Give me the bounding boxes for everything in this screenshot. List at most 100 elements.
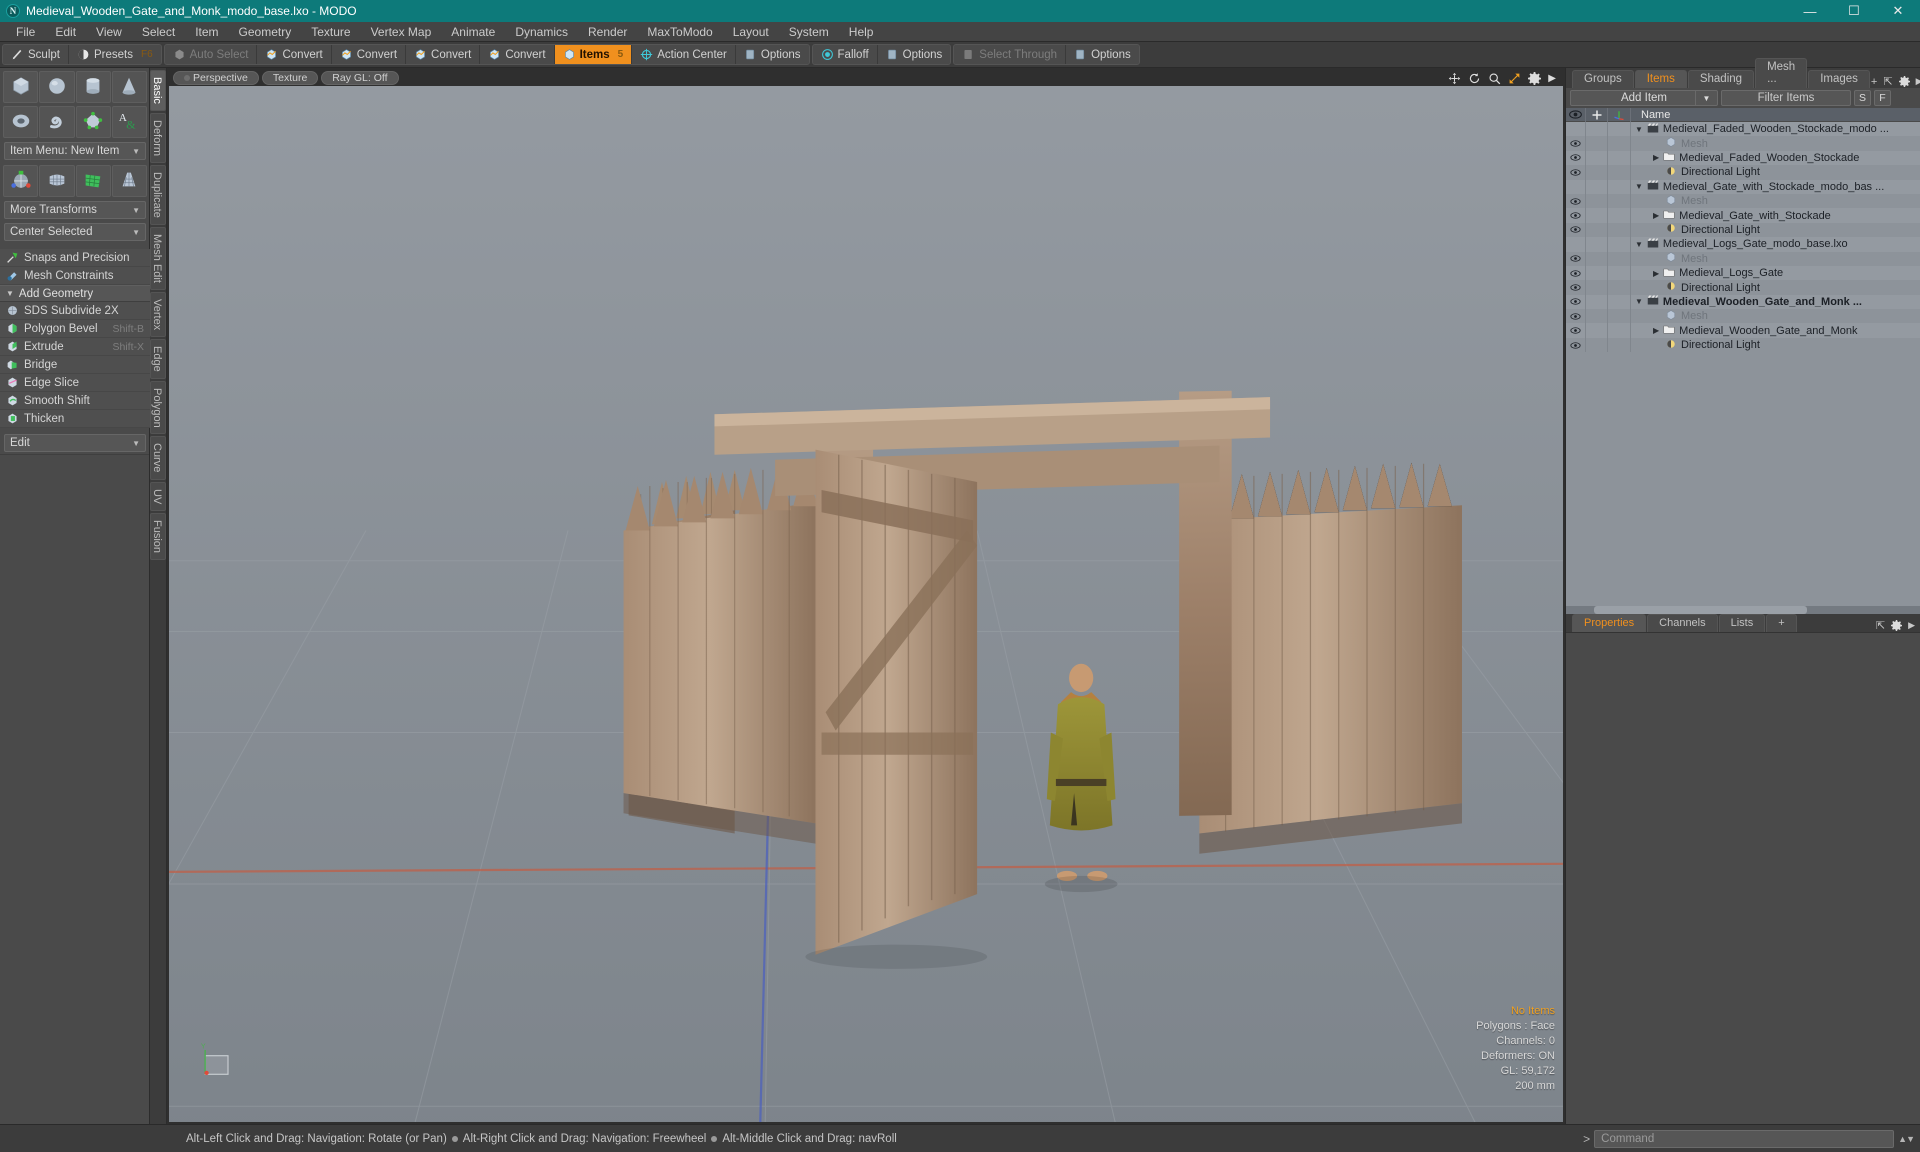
table-row[interactable]: ▶ Medieval_Gate_with_Stockade [1566,208,1920,223]
close-button[interactable]: ✕ [1876,0,1920,22]
maximize-button[interactable]: ☐ [1832,0,1876,22]
row-select-cell[interactable] [1586,165,1608,180]
chevron-down-icon[interactable]: ▼ [1695,91,1717,105]
chevron-down-icon[interactable]: ▼ [1635,182,1643,191]
cone-icon-button[interactable] [111,71,147,103]
left-item-polygon-bevel[interactable]: Polygon Bevel Shift-B [0,320,150,338]
text-tool-icon-button[interactable]: A & [111,106,147,138]
command-input[interactable]: Command [1594,1129,1895,1148]
expand-icon[interactable]: ⇱ [1883,75,1892,88]
chevron-down-icon[interactable]: ▼ [1635,240,1643,249]
torus-icon-button[interactable] [3,106,39,138]
table-row[interactable]: Mesh [1566,251,1920,266]
row-visibility-toggle[interactable] [1566,251,1586,266]
table-row[interactable]: ▼ Medieval_Faded_Wooden_Stockade_modo ... [1566,122,1920,137]
row-transform-cell[interactable] [1608,165,1631,180]
row-transform-cell[interactable] [1608,309,1631,324]
chevron-right-icon[interactable]: ▶ [1653,153,1659,162]
row-transform-cell[interactable] [1608,237,1631,252]
gear-icon[interactable] [1528,71,1542,85]
filter-items-input[interactable]: Filter Items [1721,90,1851,106]
twist-mesh-icon-button[interactable] [75,165,111,197]
row-visibility-toggle[interactable] [1566,208,1586,223]
table-row[interactable]: ▼ Medieval_Gate_with_Stockade_modo_bas ..… [1566,179,1920,194]
right-tab-shading[interactable]: Shading [1687,70,1755,88]
row-visibility-toggle[interactable] [1566,237,1586,252]
3d-viewport[interactable]: No Items Polygons : Face Channels: 0 Def… [169,86,1563,1122]
vertical-tab-vertex[interactable]: Vertex [150,291,166,337]
gear-icon[interactable] [1898,76,1910,87]
table-row[interactable]: Directional Light [1566,165,1920,180]
toolbar-button-options-31[interactable]: Options [1066,45,1139,64]
row-select-cell[interactable] [1586,193,1608,209]
row-visibility-toggle[interactable] [1566,337,1586,353]
menu-item-view[interactable]: View [86,22,132,42]
left-item-thicken[interactable]: Thicken [0,410,150,428]
item-menu-dropdown[interactable]: Item Menu: New Item ▼ [4,142,146,160]
chevron-right-icon[interactable]: ▶ [1653,326,1659,335]
chevron-right-icon[interactable]: ▶ [1653,211,1659,220]
fit-view-icon[interactable] [1508,72,1521,85]
chevron-right-icon[interactable]: ▶ [1653,269,1659,278]
sphere-icon-button[interactable] [39,71,75,103]
vertical-tab-basic[interactable]: Basic [150,70,166,111]
spiral-icon-button[interactable] [39,106,75,138]
row-select-cell[interactable] [1586,251,1608,266]
move-view-icon[interactable] [1448,72,1461,85]
row-select-cell[interactable] [1586,337,1608,353]
left-item-bridge[interactable]: Bridge [0,356,150,374]
properties-tab-channels[interactable]: Channels [1647,613,1718,632]
menu-item-help[interactable]: Help [839,22,884,42]
cube-icon-button[interactable] [3,71,39,103]
vertical-tab-fusion[interactable]: Fusion [150,513,166,561]
menu-item-render[interactable]: Render [578,22,637,42]
viewport-raygl-toggle[interactable]: Ray GL: Off [321,71,399,85]
vertical-tab-uv[interactable]: UV [150,481,166,512]
center-selected-dropdown[interactable]: Center Selected ▼ [4,223,146,241]
left-item-extrude[interactable]: Extrude Shift-X [0,338,150,356]
row-select-cell[interactable] [1586,265,1608,281]
transform-gizmo-icon-button[interactable] [3,165,39,197]
add-geometry-header[interactable]: ▼ Add Geometry [0,285,150,302]
chevron-right-icon[interactable]: ▶ [1908,620,1915,631]
row-transform-cell[interactable] [1608,193,1631,209]
command-history-icon[interactable]: ▲▼ [1898,1134,1915,1144]
row-visibility-toggle[interactable] [1566,222,1586,238]
viewport-mode-perspective[interactable]: Perspective [173,71,259,85]
row-transform-cell[interactable] [1608,222,1631,238]
more-transforms-dropdown[interactable]: More Transforms ▼ [4,201,146,219]
taper-mesh-icon-button[interactable] [111,165,147,197]
left-item-sds-subdivide-2x[interactable]: SDS Subdivide 2X [0,302,150,320]
toolbar-button-select-through-30[interactable]: Select Through [954,45,1067,64]
row-visibility-toggle[interactable] [1566,280,1586,295]
row-visibility-toggle[interactable] [1566,265,1586,281]
menu-item-geometry[interactable]: Geometry [229,22,302,42]
properties-tab-properties[interactable]: Properties [1572,613,1647,632]
chevron-right-icon[interactable]: ▶ [1548,73,1556,84]
left-item-edge-slice[interactable]: Edge Slice [0,374,150,392]
left-item-mesh-constraints[interactable]: Mesh Constraints [0,267,150,285]
menu-item-edit[interactable]: Edit [45,22,86,42]
item-tree-scrollbar[interactable] [1566,605,1920,614]
toolbar-button-convert-13[interactable]: Convert [406,45,481,64]
row-visibility-toggle[interactable] [1566,193,1586,209]
row-select-cell[interactable] [1586,208,1608,223]
table-row[interactable]: Directional Light [1566,280,1920,295]
row-select-cell[interactable] [1586,179,1608,194]
row-transform-cell[interactable] [1608,265,1631,281]
toolbar-button-falloff-20[interactable]: Falloff [812,45,878,64]
row-transform-cell[interactable] [1608,251,1631,266]
toolbar-button-presets-01[interactable]: Presets F6 [68,45,161,64]
vertical-tab-deform[interactable]: Deform [150,112,166,163]
menu-item-texture[interactable]: Texture [301,22,360,42]
chevron-down-icon[interactable]: ▼ [1635,297,1643,306]
toolbar-button-action-center-16[interactable]: Action Center [632,45,736,64]
right-tab-items[interactable]: Items [1634,70,1687,88]
right-tab-groups[interactable]: Groups [1572,70,1634,88]
row-visibility-toggle[interactable] [1566,136,1586,151]
expand-icon[interactable]: ⇱ [1876,619,1885,632]
row-transform-cell[interactable] [1608,323,1631,338]
properties-tab-lists[interactable]: Lists [1718,613,1766,632]
item-tree[interactable]: ▼ Medieval_Faded_Wooden_Stockade_modo ...… [1566,122,1920,614]
row-visibility-toggle[interactable] [1566,309,1586,324]
